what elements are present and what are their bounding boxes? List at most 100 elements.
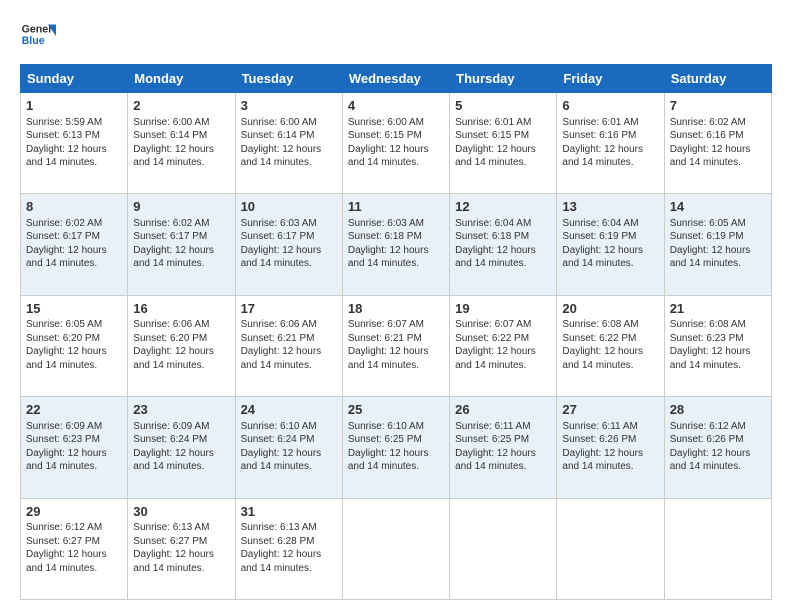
day-info: Sunrise: 6:09 AMSunset: 6:24 PMDaylight:… <box>133 420 229 474</box>
calendar-cell: 23Sunrise: 6:09 AMSunset: 6:24 PMDayligh… <box>128 397 235 498</box>
calendar-cell <box>557 498 664 599</box>
header: General Blue <box>20 18 772 54</box>
day-info: Sunrise: 6:12 AMSunset: 6:26 PMDaylight:… <box>670 420 766 474</box>
calendar-week-row: 1Sunrise: 5:59 AMSunset: 6:13 PMDaylight… <box>21 93 772 194</box>
day-info: Sunrise: 6:03 AMSunset: 6:17 PMDaylight:… <box>241 217 337 271</box>
calendar-cell: 29Sunrise: 6:12 AMSunset: 6:27 PMDayligh… <box>21 498 128 599</box>
calendar-week-row: 15Sunrise: 6:05 AMSunset: 6:20 PMDayligh… <box>21 295 772 396</box>
calendar-header-saturday: Saturday <box>664 65 771 93</box>
day-number: 16 <box>133 300 229 318</box>
day-info: Sunrise: 6:05 AMSunset: 6:19 PMDaylight:… <box>670 217 766 271</box>
day-number: 17 <box>241 300 337 318</box>
day-number: 2 <box>133 97 229 115</box>
calendar-cell: 30Sunrise: 6:13 AMSunset: 6:27 PMDayligh… <box>128 498 235 599</box>
calendar-cell: 10Sunrise: 6:03 AMSunset: 6:17 PMDayligh… <box>235 194 342 295</box>
calendar-cell: 17Sunrise: 6:06 AMSunset: 6:21 PMDayligh… <box>235 295 342 396</box>
logo: General Blue <box>20 18 56 54</box>
calendar-cell: 1Sunrise: 5:59 AMSunset: 6:13 PMDaylight… <box>21 93 128 194</box>
day-number: 9 <box>133 198 229 216</box>
day-number: 3 <box>241 97 337 115</box>
calendar-cell: 26Sunrise: 6:11 AMSunset: 6:25 PMDayligh… <box>450 397 557 498</box>
day-info: Sunrise: 6:01 AMSunset: 6:16 PMDaylight:… <box>562 116 658 170</box>
calendar-cell: 19Sunrise: 6:07 AMSunset: 6:22 PMDayligh… <box>450 295 557 396</box>
day-info: Sunrise: 6:11 AMSunset: 6:25 PMDaylight:… <box>455 420 551 474</box>
calendar-cell: 24Sunrise: 6:10 AMSunset: 6:24 PMDayligh… <box>235 397 342 498</box>
calendar-cell: 2Sunrise: 6:00 AMSunset: 6:14 PMDaylight… <box>128 93 235 194</box>
day-number: 11 <box>348 198 444 216</box>
day-number: 13 <box>562 198 658 216</box>
day-number: 1 <box>26 97 122 115</box>
day-number: 14 <box>670 198 766 216</box>
day-info: Sunrise: 6:07 AMSunset: 6:22 PMDaylight:… <box>455 318 551 372</box>
day-info: Sunrise: 6:05 AMSunset: 6:20 PMDaylight:… <box>26 318 122 372</box>
day-info: Sunrise: 6:09 AMSunset: 6:23 PMDaylight:… <box>26 420 122 474</box>
calendar-header-wednesday: Wednesday <box>342 65 449 93</box>
day-info: Sunrise: 6:08 AMSunset: 6:22 PMDaylight:… <box>562 318 658 372</box>
day-info: Sunrise: 6:04 AMSunset: 6:18 PMDaylight:… <box>455 217 551 271</box>
day-number: 7 <box>670 97 766 115</box>
day-info: Sunrise: 6:00 AMSunset: 6:14 PMDaylight:… <box>241 116 337 170</box>
day-number: 5 <box>455 97 551 115</box>
calendar-header-thursday: Thursday <box>450 65 557 93</box>
day-number: 6 <box>562 97 658 115</box>
day-info: Sunrise: 6:03 AMSunset: 6:18 PMDaylight:… <box>348 217 444 271</box>
svg-text:Blue: Blue <box>22 35 45 47</box>
day-number: 21 <box>670 300 766 318</box>
page: General Blue SundayMondayTuesdayWednesda… <box>0 0 792 612</box>
day-info: Sunrise: 6:12 AMSunset: 6:27 PMDaylight:… <box>26 521 122 575</box>
day-number: 31 <box>241 503 337 521</box>
calendar-cell: 15Sunrise: 6:05 AMSunset: 6:20 PMDayligh… <box>21 295 128 396</box>
day-number: 23 <box>133 401 229 419</box>
day-info: Sunrise: 6:13 AMSunset: 6:28 PMDaylight:… <box>241 521 337 575</box>
day-info: Sunrise: 6:11 AMSunset: 6:26 PMDaylight:… <box>562 420 658 474</box>
calendar-table: SundayMondayTuesdayWednesdayThursdayFrid… <box>20 64 772 600</box>
day-info: Sunrise: 6:06 AMSunset: 6:20 PMDaylight:… <box>133 318 229 372</box>
calendar-cell: 9Sunrise: 6:02 AMSunset: 6:17 PMDaylight… <box>128 194 235 295</box>
calendar-cell: 7Sunrise: 6:02 AMSunset: 6:16 PMDaylight… <box>664 93 771 194</box>
day-info: Sunrise: 6:00 AMSunset: 6:15 PMDaylight:… <box>348 116 444 170</box>
day-number: 8 <box>26 198 122 216</box>
day-info: Sunrise: 6:00 AMSunset: 6:14 PMDaylight:… <box>133 116 229 170</box>
calendar-header-row: SundayMondayTuesdayWednesdayThursdayFrid… <box>21 65 772 93</box>
day-info: Sunrise: 6:10 AMSunset: 6:25 PMDaylight:… <box>348 420 444 474</box>
day-number: 30 <box>133 503 229 521</box>
calendar-cell: 27Sunrise: 6:11 AMSunset: 6:26 PMDayligh… <box>557 397 664 498</box>
calendar-week-row: 8 Sunrise: 6:02 AMSunset: 6:17 PMDaylight… <box>21 194 772 295</box>
calendar-cell: 4Sunrise: 6:00 AMSunset: 6:15 PMDaylight… <box>342 93 449 194</box>
calendar-cell <box>342 498 449 599</box>
day-number: 20 <box>562 300 658 318</box>
calendar-header-monday: Monday <box>128 65 235 93</box>
calendar-cell: 13Sunrise: 6:04 AMSunset: 6:19 PMDayligh… <box>557 194 664 295</box>
calendar-header-friday: Friday <box>557 65 664 93</box>
calendar-cell: 14Sunrise: 6:05 AMSunset: 6:19 PMDayligh… <box>664 194 771 295</box>
calendar-cell: 18Sunrise: 6:07 AMSunset: 6:21 PMDayligh… <box>342 295 449 396</box>
day-number: 25 <box>348 401 444 419</box>
calendar-cell: 5Sunrise: 6:01 AMSunset: 6:15 PMDaylight… <box>450 93 557 194</box>
day-number: 18 <box>348 300 444 318</box>
day-number: 24 <box>241 401 337 419</box>
day-number: 28 <box>670 401 766 419</box>
day-info: Sunrise: 6:02 AMSunset: 6:17 PMDaylight:… <box>133 217 229 271</box>
calendar-cell: 11Sunrise: 6:03 AMSunset: 6:18 PMDayligh… <box>342 194 449 295</box>
day-number: 12 <box>455 198 551 216</box>
day-number: 29 <box>26 503 122 521</box>
calendar-cell: 20Sunrise: 6:08 AMSunset: 6:22 PMDayligh… <box>557 295 664 396</box>
day-number: 4 <box>348 97 444 115</box>
calendar-cell: 21Sunrise: 6:08 AMSunset: 6:23 PMDayligh… <box>664 295 771 396</box>
calendar-cell <box>664 498 771 599</box>
day-info: Sunrise: 6:04 AMSunset: 6:19 PMDaylight:… <box>562 217 658 271</box>
calendar-header-tuesday: Tuesday <box>235 65 342 93</box>
calendar-cell: 22Sunrise: 6:09 AMSunset: 6:23 PMDayligh… <box>21 397 128 498</box>
day-number: 27 <box>562 401 658 419</box>
calendar-week-row: 22Sunrise: 6:09 AMSunset: 6:23 PMDayligh… <box>21 397 772 498</box>
calendar-cell: 12Sunrise: 6:04 AMSunset: 6:18 PMDayligh… <box>450 194 557 295</box>
day-info: Sunrise: 6:06 AMSunset: 6:21 PMDaylight:… <box>241 318 337 372</box>
day-number: 15 <box>26 300 122 318</box>
day-number: 10 <box>241 198 337 216</box>
calendar-cell: 28Sunrise: 6:12 AMSunset: 6:26 PMDayligh… <box>664 397 771 498</box>
calendar-cell: 31Sunrise: 6:13 AMSunset: 6:28 PMDayligh… <box>235 498 342 599</box>
day-number: 22 <box>26 401 122 419</box>
generalblue-logo-icon: General Blue <box>20 18 56 54</box>
calendar-cell: 8Sunrise: 6:02 AMSunset: 6:17 PMDaylight… <box>21 194 128 295</box>
calendar-header-sunday: Sunday <box>21 65 128 93</box>
